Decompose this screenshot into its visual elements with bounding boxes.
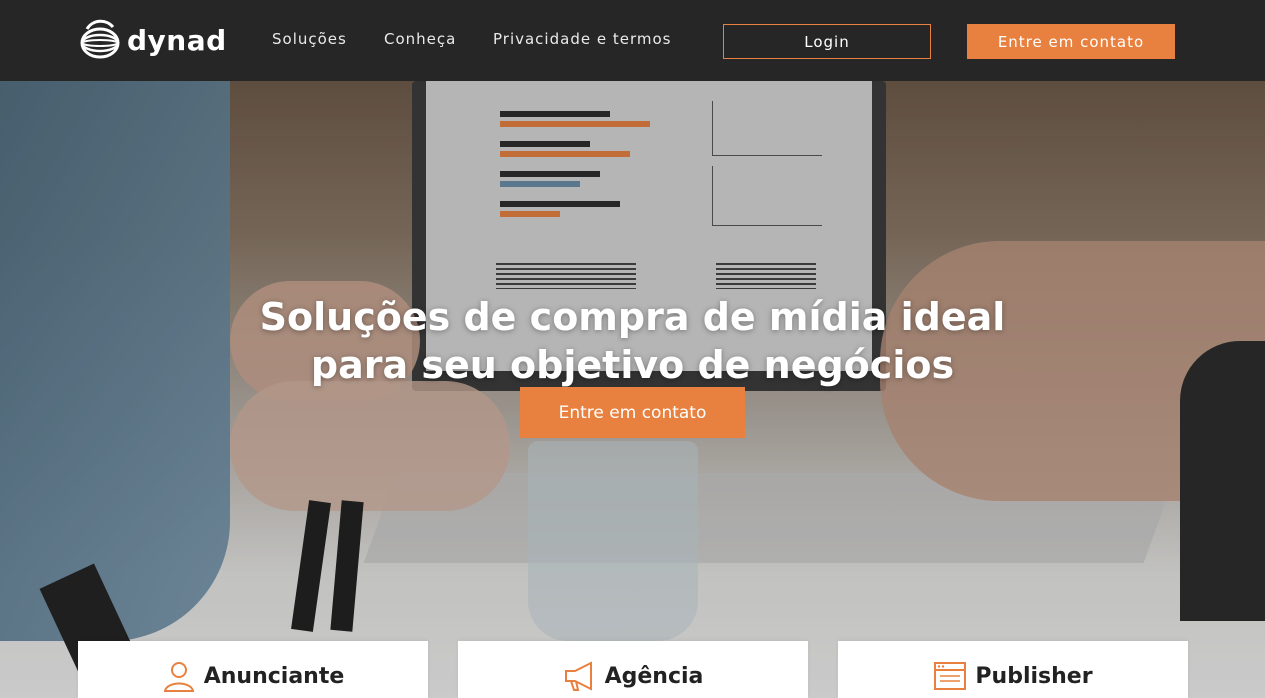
logo-text: dynad (127, 23, 227, 57)
card-agencia[interactable]: Agência (458, 641, 808, 698)
browser-window-icon (934, 662, 967, 690)
card-publisher[interactable]: Publisher (838, 641, 1188, 698)
card-label: Anunciante (203, 663, 345, 689)
user-icon (163, 662, 194, 692)
hero-contact-button[interactable]: Entre em contato (520, 387, 745, 438)
hero-title: Soluções de compra de mídia ideal para s… (0, 293, 1265, 389)
logo[interactable]: dynad (79, 18, 227, 62)
megaphone-icon (564, 661, 592, 691)
card-anunciante-inner: Anunciante (162, 659, 345, 693)
nav-item-privacidade[interactable]: Privacidade e termos (493, 30, 671, 48)
login-button[interactable]: Login (723, 24, 931, 59)
nav-item-conheca[interactable]: Conheça (384, 30, 456, 48)
nav-item-solucoes[interactable]: Soluções (272, 30, 347, 48)
hero-section: Soluções de compra de mídia ideal para s… (0, 81, 1265, 698)
card-label: Publisher (975, 663, 1093, 689)
top-navbar: dynad Soluções Conheça Privacidade e ter… (0, 0, 1265, 81)
contact-button-header[interactable]: Entre em contato (967, 24, 1175, 59)
hero-title-line2: para seu objetivo de negócios (310, 343, 955, 387)
card-anunciante[interactable]: Anunciante (78, 641, 428, 698)
card-agencia-inner: Agência (563, 659, 704, 693)
card-publisher-inner: Publisher (933, 659, 1093, 693)
hero-title-line1: Soluções de compra de mídia ideal (259, 295, 1006, 339)
card-label: Agência (604, 663, 704, 689)
dynad-logo-icon (80, 19, 120, 59)
